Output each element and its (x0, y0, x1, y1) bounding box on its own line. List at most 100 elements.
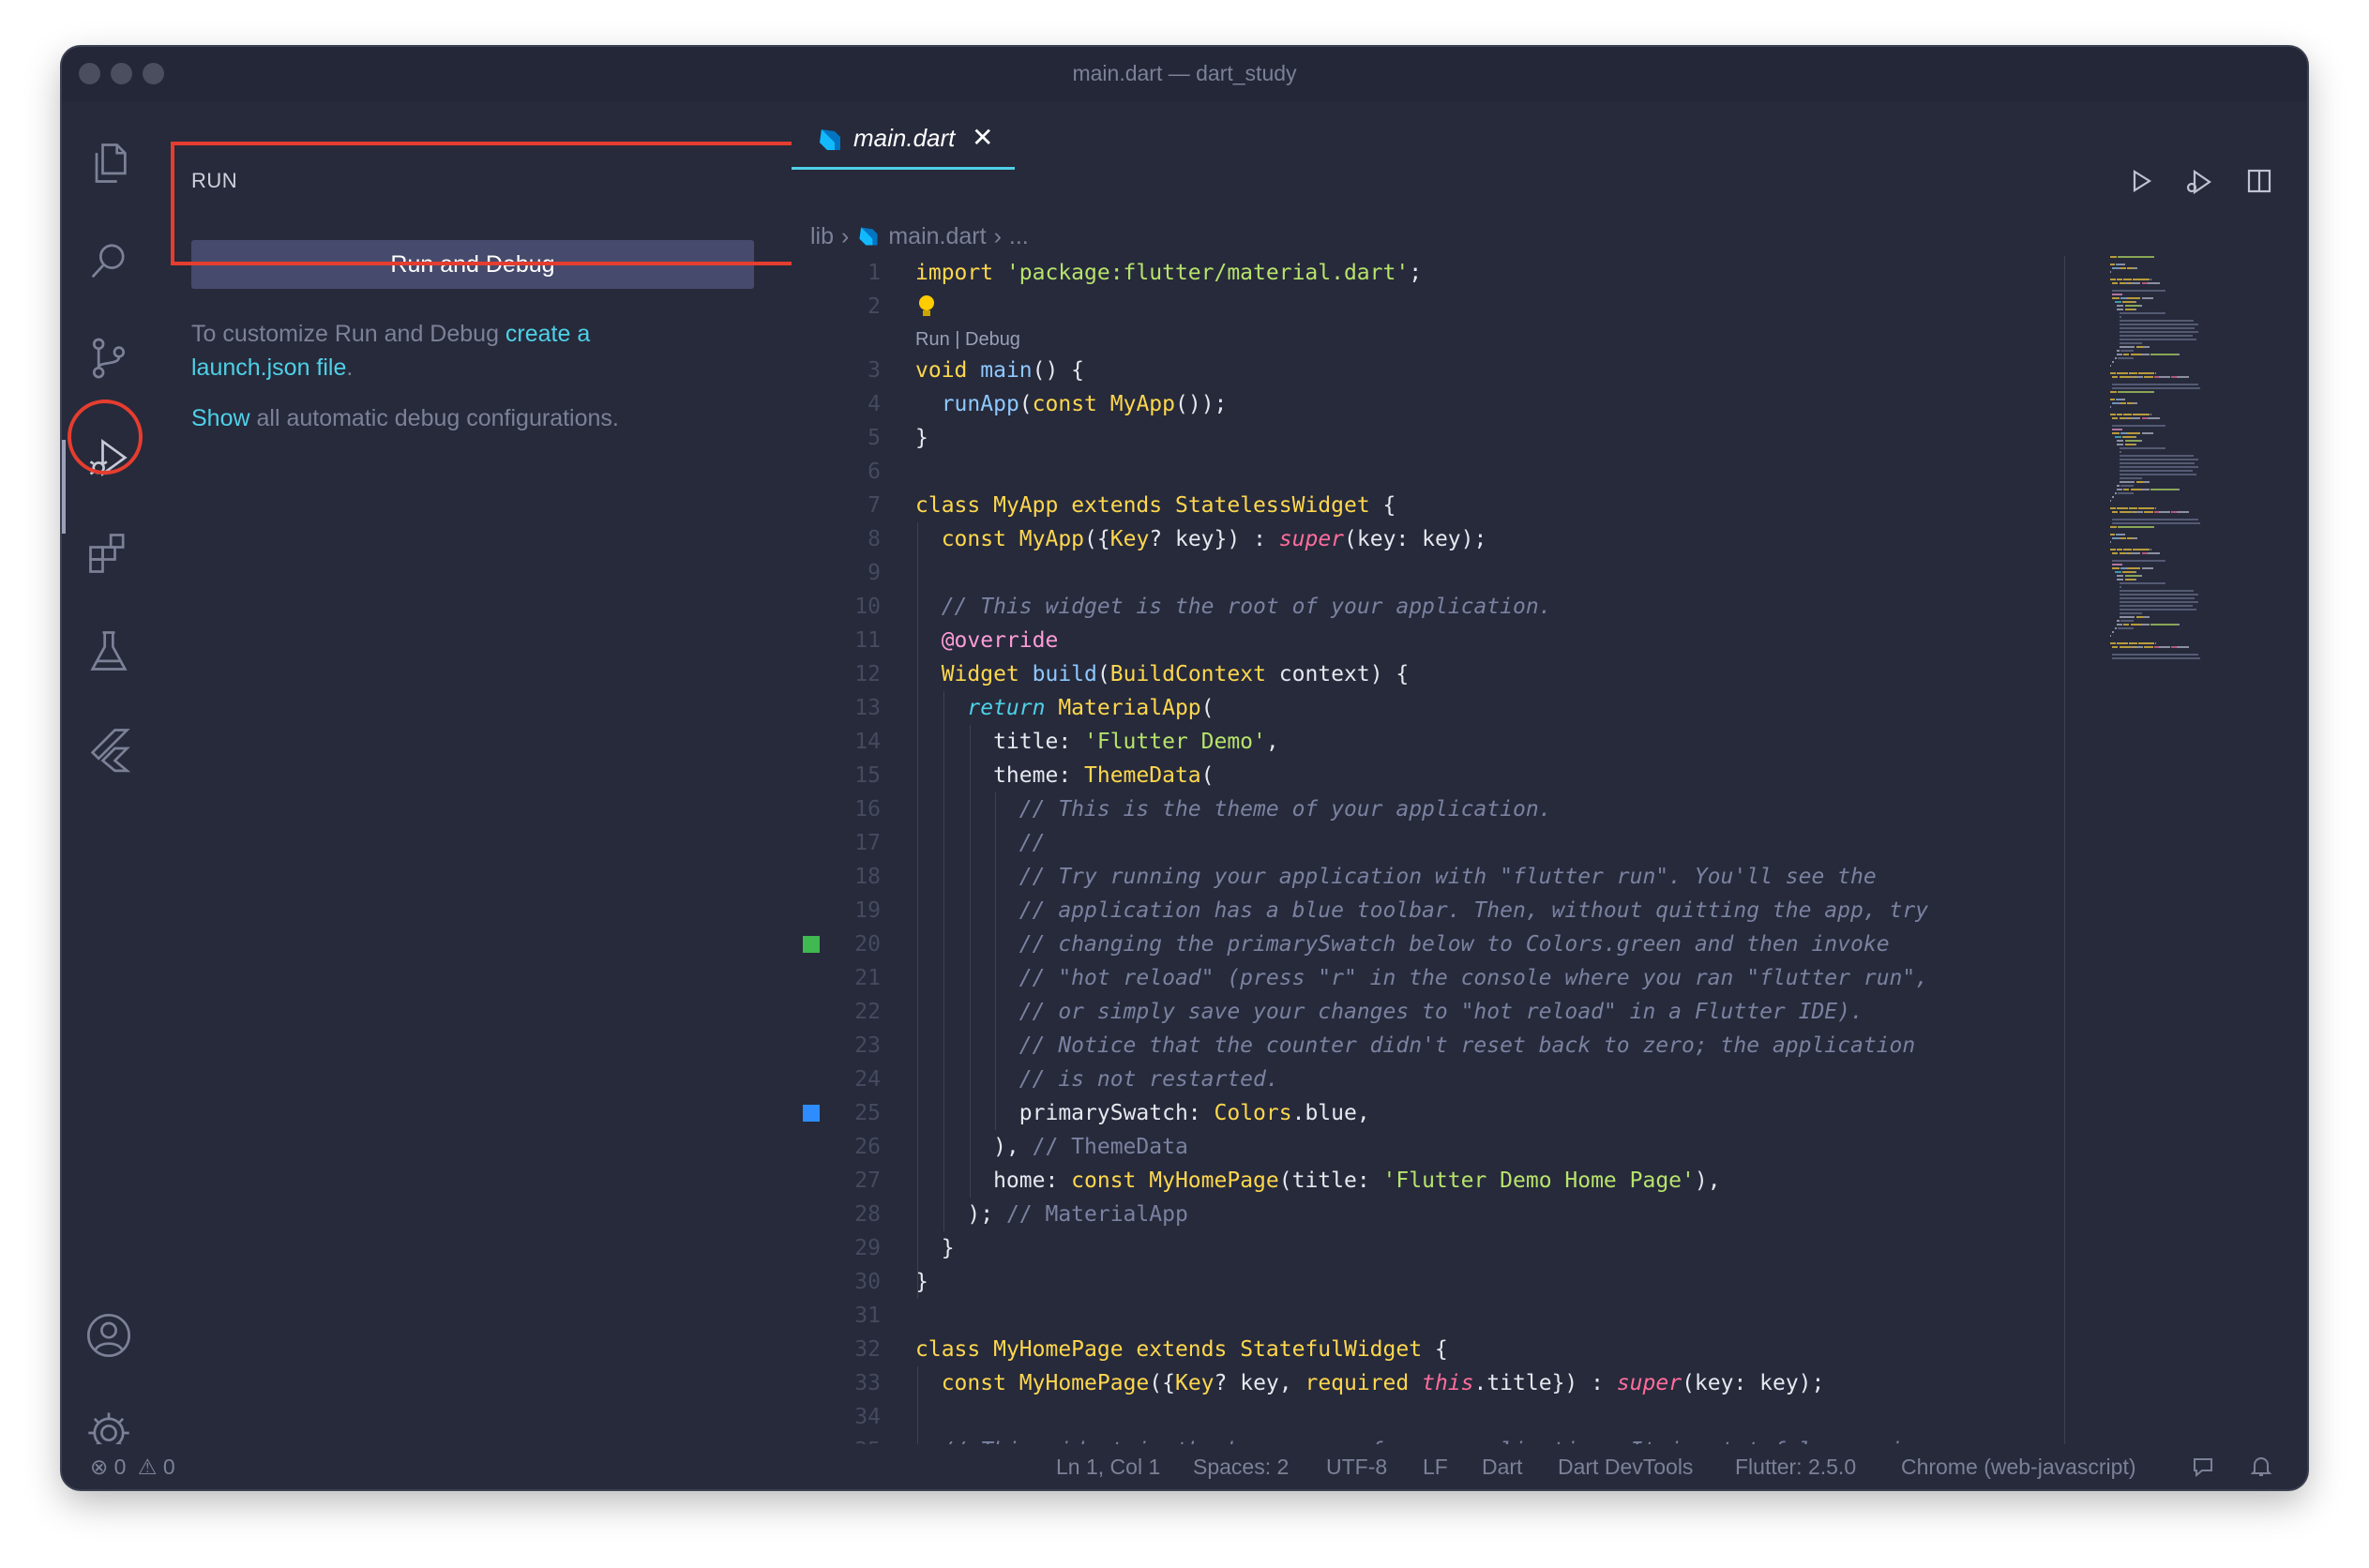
show-configurations-link[interactable]: Show (191, 405, 250, 431)
minimap-line (2150, 624, 2178, 626)
minimap-line (2155, 507, 2157, 509)
minimap-line (2124, 309, 2135, 310)
error-count: 0 (113, 1455, 127, 1479)
line-number: 27 (854, 1168, 881, 1193)
minimap-line (2123, 414, 2132, 415)
minimap-line (2123, 489, 2130, 490)
minimap-line (2118, 357, 2135, 359)
minimap-line (2135, 376, 2143, 378)
minimap-line (2138, 642, 2154, 644)
minimap-line (2141, 489, 2150, 490)
minimap-line (2119, 312, 2165, 314)
minimap-line (2110, 534, 2115, 535)
breadcrumb-folder[interactable]: lib (810, 223, 834, 249)
notifications-bell-icon[interactable] (2249, 1455, 2273, 1485)
indentation[interactable]: Spaces: 2 (1193, 1455, 1289, 1480)
minimap-line (2150, 414, 2152, 415)
line-number: 7 (868, 493, 881, 518)
debug-file-icon[interactable] (2183, 167, 2213, 204)
code-editor[interactable]: 1 import 'package:flutter/material.dart';… (792, 256, 2058, 1489)
tab-main-dart[interactable]: main.dart ✕ (792, 109, 1015, 170)
problems-indicator[interactable]: ⊗ 0 ⚠ 0 (90, 1455, 175, 1480)
minimap-line (2129, 507, 2137, 509)
more-actions-icon[interactable] (2305, 167, 2307, 203)
files-icon[interactable] (81, 135, 137, 191)
codelens-run-debug[interactable]: Run | Debug (915, 329, 1020, 351)
lightbulb-icon[interactable] (915, 294, 942, 320)
end-of-line[interactable]: LF (1423, 1455, 1448, 1480)
minimap-line (2122, 436, 2135, 438)
window-title: main.dart — dart_study (1072, 61, 1297, 85)
language-mode[interactable]: Dart (1482, 1455, 1522, 1480)
minimap-line (2124, 575, 2141, 577)
minimap-line (2112, 564, 2123, 565)
code-text: home: const MyHomePage(title: 'Flutter D… (915, 1168, 1721, 1193)
encoding[interactable]: UTF-8 (1326, 1455, 1387, 1480)
breadcrumb: lib › main.dart ›... (810, 223, 1029, 250)
minimap-line (2110, 526, 2118, 528)
line-number: 5 (868, 426, 881, 450)
minimap-line (2112, 560, 2165, 562)
minimap-line (2110, 391, 2118, 393)
line-number: 13 (854, 696, 881, 720)
search-icon[interactable] (81, 233, 137, 289)
line-number: 22 (854, 1000, 881, 1024)
extensions-icon[interactable] (81, 525, 137, 581)
minimap-line (2117, 279, 2123, 280)
minimap-line (2158, 511, 2170, 513)
flutter-version[interactable]: Flutter: 2.5.0 (1735, 1455, 1856, 1480)
code-text: const MyApp({Key? key}) : super(key: key… (941, 527, 1487, 551)
status-bar: ⊗ 0 ⚠ 0 Ln 1, Col 1 Spaces: 2 UTF-8 LF D… (62, 1444, 2307, 1489)
code-text: // This is the theme of your application… (1019, 797, 1552, 822)
create-launch-json-link[interactable]: create a (505, 321, 590, 347)
minimap-line (2119, 481, 2135, 483)
minimap-line (2117, 305, 2124, 307)
minimap-line (2152, 526, 2154, 528)
line-number: 10 (854, 595, 881, 619)
minimap-line (2122, 571, 2135, 573)
minimap-line (2176, 376, 2189, 378)
code-text: // or simply save your changes to "hot r… (1019, 1000, 1864, 1024)
dart-devtools[interactable]: Dart DevTools (1558, 1455, 1693, 1480)
minimap[interactable] (2110, 256, 2270, 687)
line-number: 28 (854, 1202, 881, 1227)
launch-json-file-link[interactable]: launch.json file (191, 354, 346, 381)
minimap-line (2112, 417, 2119, 419)
minimap-line (2110, 264, 2115, 265)
minimap-line (2119, 590, 2194, 592)
minimap-line (2123, 624, 2130, 626)
line-number: 4 (868, 392, 881, 416)
split-editor-icon[interactable] (2245, 167, 2273, 203)
minimap-line (2112, 402, 2120, 404)
close-tab-icon[interactable]: ✕ (972, 122, 993, 153)
minimap-line (2158, 376, 2170, 378)
feedback-icon[interactable] (2191, 1455, 2215, 1485)
target-device[interactable]: Chrome (web-javascript) (1901, 1455, 2136, 1480)
minimap-line (2135, 616, 2143, 618)
gutter-change-marker[interactable] (803, 1105, 820, 1122)
minimap-line (2117, 549, 2123, 550)
gutter-change-marker[interactable] (803, 936, 820, 953)
breadcrumb-more[interactable]: ... (1009, 223, 1029, 249)
minimap-line (2178, 489, 2180, 490)
line-number: 17 (854, 831, 881, 855)
code-text: runApp(const MyApp()); (941, 392, 1228, 416)
account-icon[interactable] (81, 1307, 137, 1364)
minimap-line (2110, 642, 2116, 644)
cursor-position[interactable]: Ln 1, Col 1 (1056, 1455, 1160, 1480)
minimap-line (2112, 657, 2200, 659)
testing-icon[interactable] (81, 623, 137, 679)
minimap-line (2120, 537, 2126, 539)
minimap-line (2117, 444, 2124, 445)
breadcrumb-file[interactable]: main.dart (888, 223, 986, 249)
minimap-line (2117, 620, 2120, 622)
minimap-line (2120, 402, 2126, 404)
flutter-icon[interactable] (81, 720, 137, 776)
indent-guide (969, 725, 971, 1198)
minimap-line (2114, 357, 2118, 359)
minimap-line (2112, 432, 2120, 434)
minimap-line (2119, 616, 2135, 618)
source-control-icon[interactable] (81, 330, 137, 386)
run-file-icon[interactable] (2127, 167, 2155, 203)
minimap-line (2119, 316, 2121, 318)
